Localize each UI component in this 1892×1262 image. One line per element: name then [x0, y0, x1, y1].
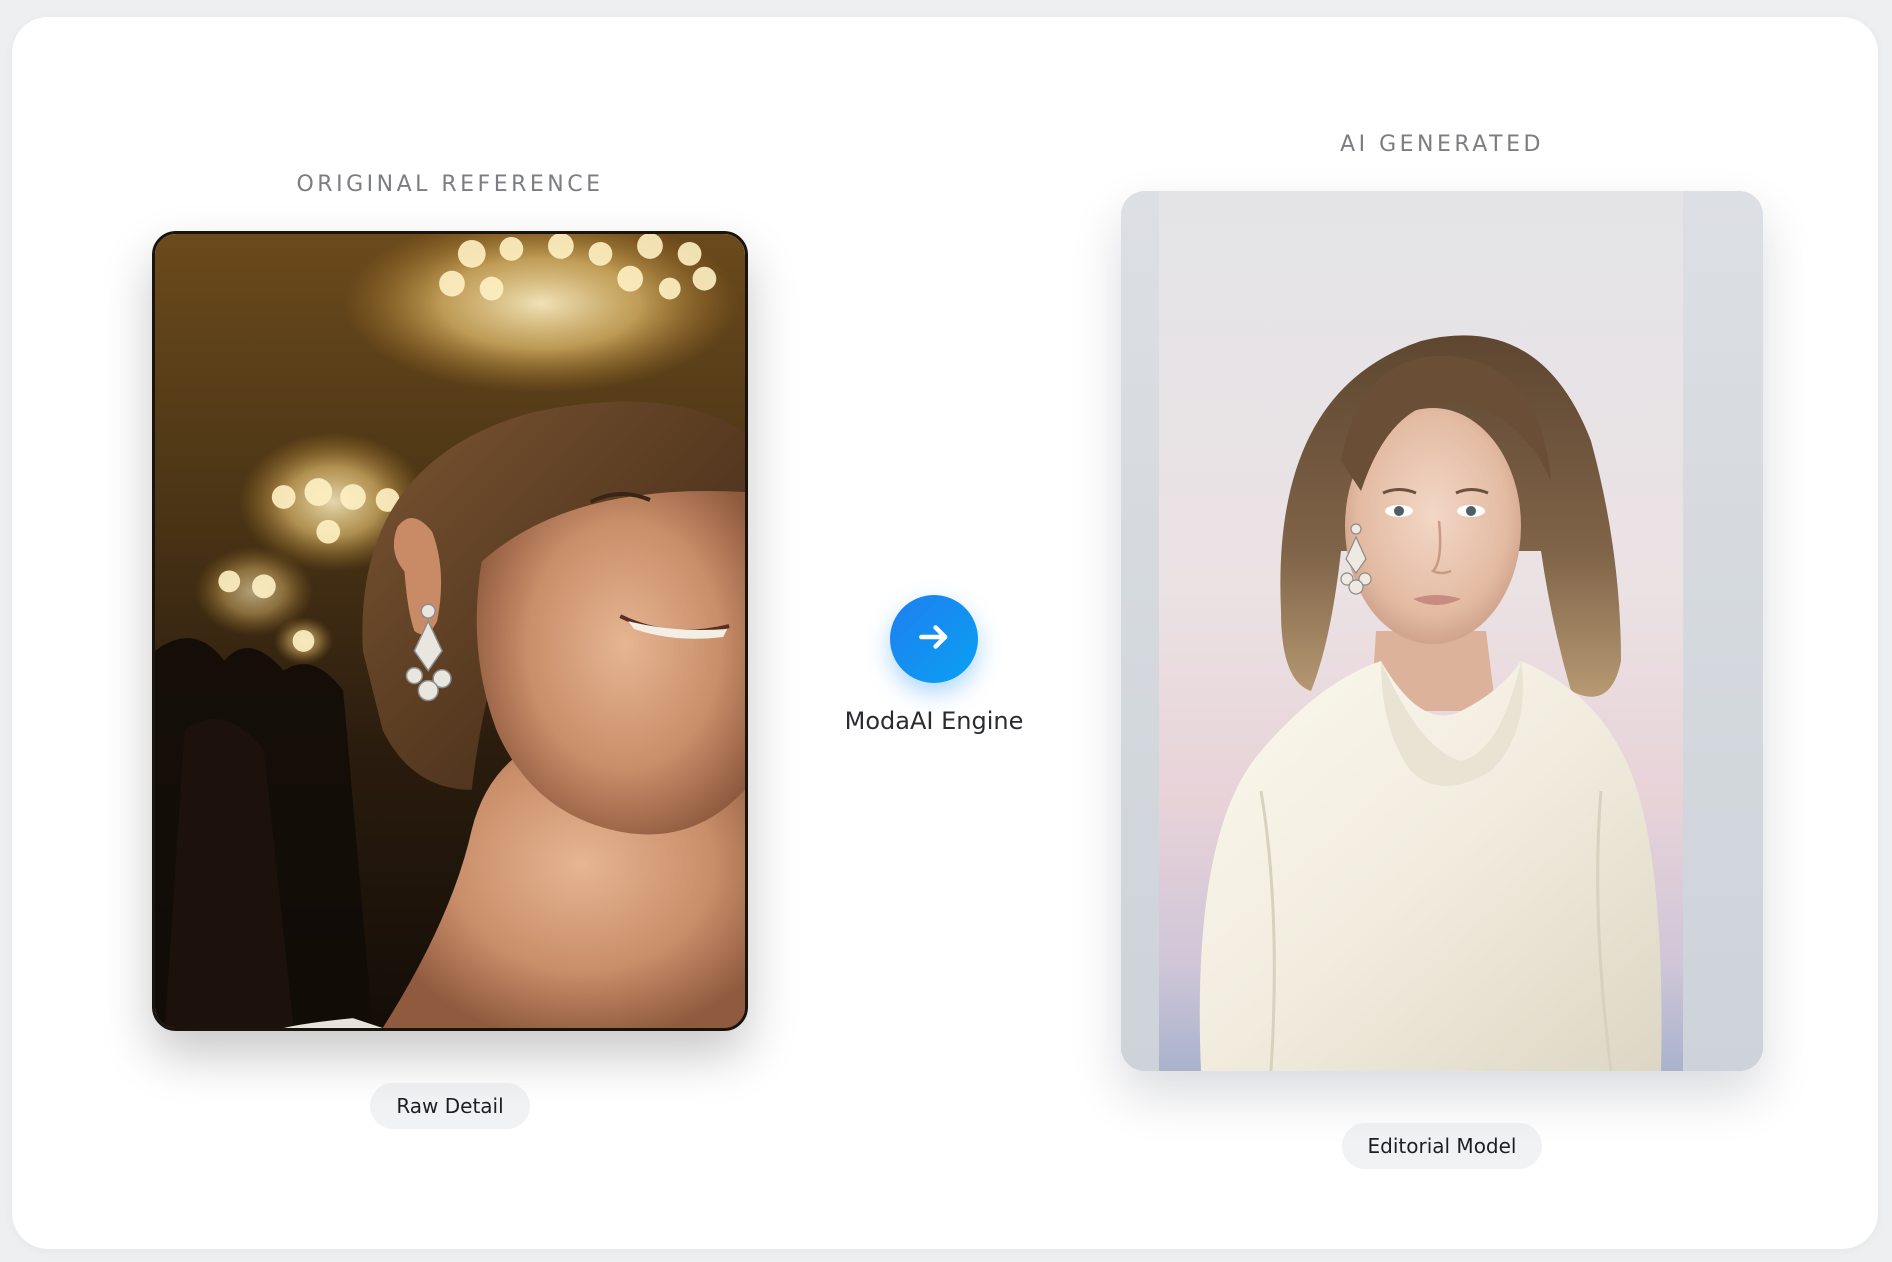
original-reference-image	[152, 231, 748, 1031]
original-reference-panel: ORIGINAL REFERENCE Raw Detail	[140, 169, 760, 1129]
moda-ai-engine: ModaAI Engine	[834, 595, 1034, 735]
ai-generated-panel: AI GENERATED Editorial Model	[1108, 129, 1776, 1169]
editorial-model-badge: Editorial Model	[1341, 1123, 1543, 1169]
arrow-right-icon	[915, 618, 953, 660]
arrow-right-button[interactable]	[890, 595, 978, 683]
comparison-card: ORIGINAL REFERENCE Raw Detail ModaAI Eng…	[12, 17, 1878, 1249]
ai-generated-image	[1121, 191, 1763, 1071]
raw-detail-badge: Raw Detail	[370, 1083, 530, 1129]
original-reference-heading: ORIGINAL REFERENCE	[296, 172, 604, 197]
ai-generated-heading: AI GENERATED	[1340, 132, 1544, 157]
engine-label: ModaAI Engine	[844, 707, 1024, 735]
